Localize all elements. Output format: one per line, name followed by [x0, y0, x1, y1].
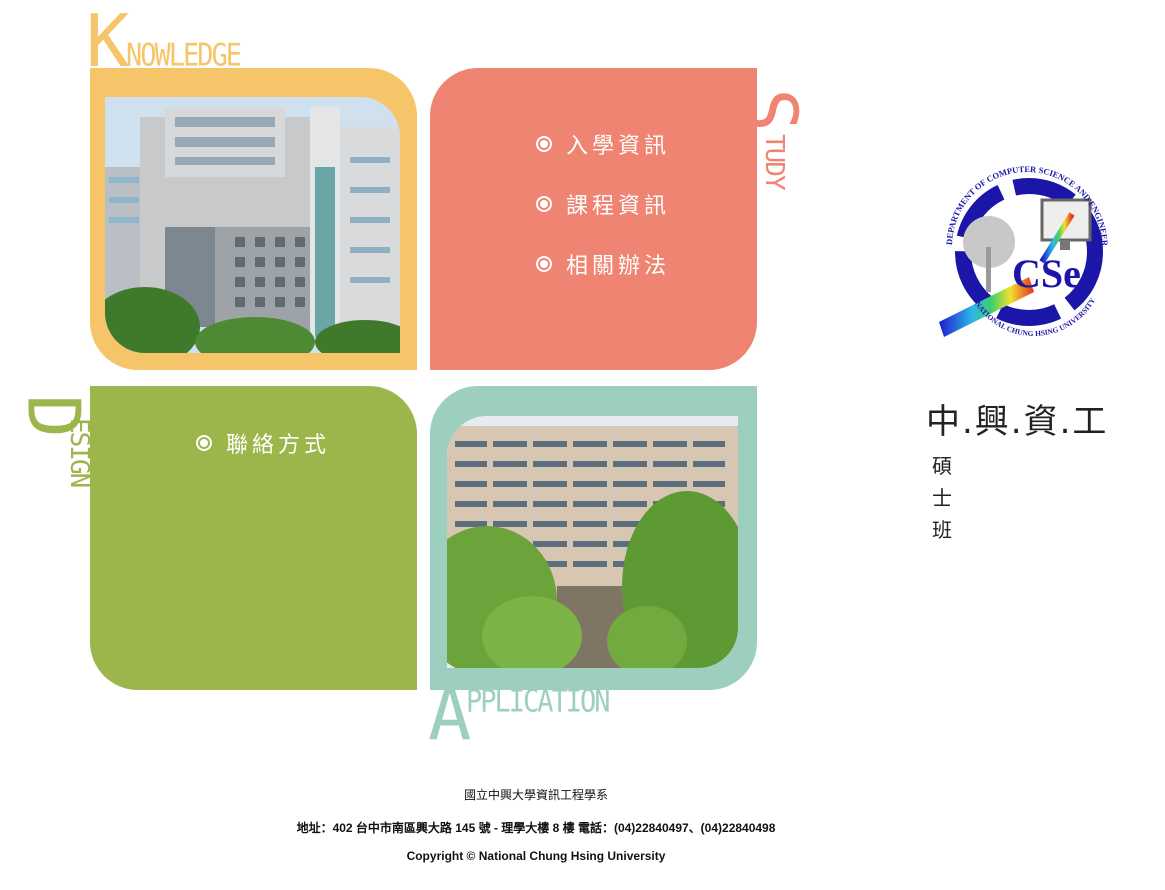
menu-contact-link[interactable]: 聯絡方式	[196, 427, 330, 459]
menu-admission-link[interactable]: 入學資訊	[536, 128, 670, 160]
menu-regulations-link[interactable]: 相關辦法	[536, 248, 670, 280]
application-initial: A	[428, 672, 472, 756]
menu-courses-label: 課程資訊	[566, 194, 671, 219]
department-title: 中.興.資.工	[926, 402, 1109, 442]
study-label: S TUDY	[729, 64, 817, 188]
bullet-icon	[536, 196, 552, 212]
design-word: ESIGN	[64, 418, 94, 487]
footer-copyright: Copyright © National Chung Hsing Univers…	[406, 849, 666, 863]
study-initial: S	[728, 88, 813, 132]
bullet-icon	[536, 256, 552, 272]
knowledge-initial: K	[86, 0, 130, 83]
building-photo-science	[105, 97, 400, 353]
menu-admission-label: 入學資訊	[566, 134, 671, 159]
logo-mark: CSe	[1012, 251, 1081, 296]
menu-contact-label: 聯絡方式	[226, 433, 331, 458]
study-word: TUDY	[759, 134, 789, 189]
application-word: PPLICATION	[466, 683, 611, 720]
knowledge-word: NOWLEDGE	[126, 37, 242, 74]
footer-school: 國立中興大學資訊工程學系	[463, 788, 608, 802]
building-photo-engineering	[447, 416, 738, 668]
footer-address: 地址：402 台中市南區興大路 145 號 - 理學大樓 8 樓 電話：(04)…	[296, 821, 776, 835]
department-logo: CSe DEPARTMENT OF COMPUTER SCIENCE AND E…	[931, 144, 1119, 342]
menu-courses-link[interactable]: 課程資訊	[536, 188, 670, 220]
program-name: 碩士班	[932, 454, 952, 542]
bullet-icon	[536, 136, 552, 152]
bullet-icon	[196, 435, 212, 451]
menu-regulations-label: 相關辦法	[566, 254, 671, 279]
